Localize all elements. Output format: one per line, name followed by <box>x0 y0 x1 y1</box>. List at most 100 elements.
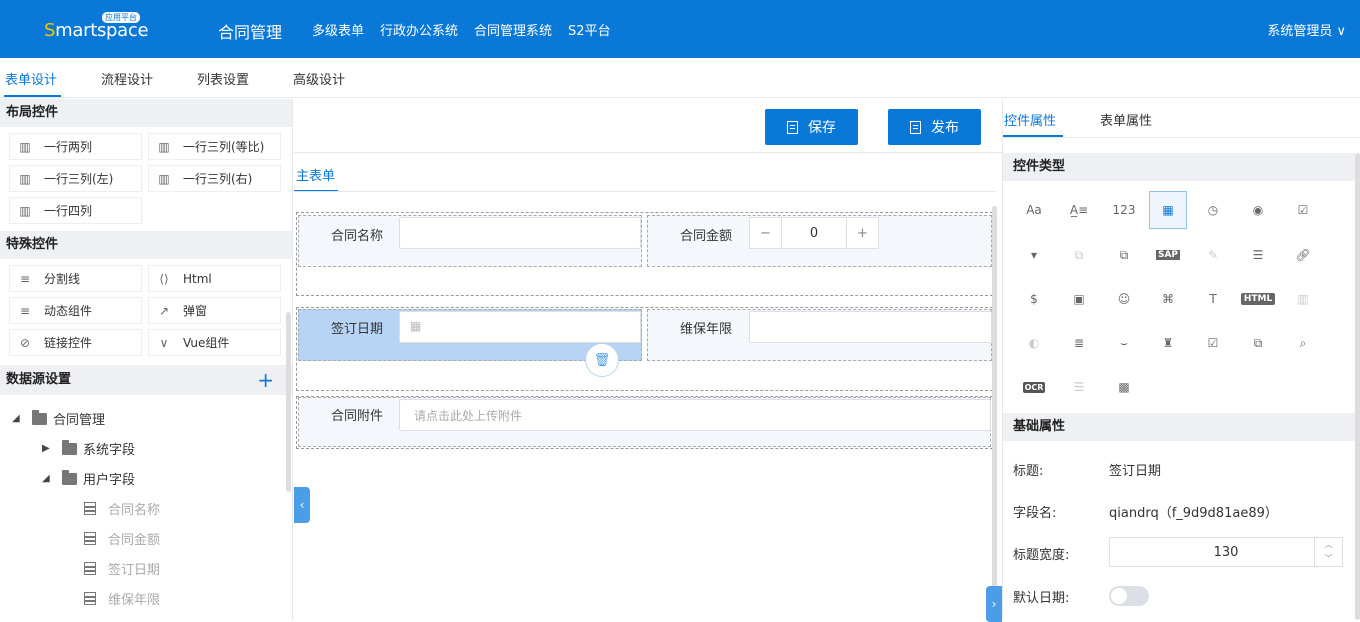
control-label: 链接控件 <box>44 336 93 350</box>
save-button[interactable]: 保存 <box>765 109 858 145</box>
control-vue[interactable]: ∨ Vue组件 <box>148 329 281 356</box>
link-icon[interactable]: 🔗︎ <box>1284 236 1322 274</box>
control-three-columns-right[interactable]: ▥ 一行三列(右) <box>148 165 281 192</box>
divider <box>1003 137 1360 138</box>
nav-item-contract[interactable]: 合同管理系统 <box>474 20 552 39</box>
tab-list-settings[interactable]: 列表设置 <box>197 69 249 88</box>
control-three-columns-left[interactable]: ▥ 一行三列(左) <box>9 165 142 192</box>
control-three-columns-equal[interactable]: ▥ 一行三列(等比) <box>148 133 281 160</box>
chevron-down-icon[interactable]: ﹀ <box>1315 552 1342 566</box>
blank-document-icon[interactable]: ☰ <box>1060 368 1098 406</box>
number-icon[interactable]: 123 <box>1105 191 1143 229</box>
tab-advanced-design[interactable]: 高级设计 <box>293 69 345 88</box>
divider-icon: ≡ <box>19 271 31 286</box>
sap-icon[interactable]: SAP <box>1149 236 1187 274</box>
chevron-up-icon[interactable]: ︿ <box>1315 538 1342 552</box>
tab-form-properties[interactable]: 表单属性 <box>1100 110 1152 129</box>
tree-field[interactable]: 签订日期 <box>84 559 160 578</box>
tree-field[interactable]: 合同名称 <box>84 499 160 518</box>
qrcode-icon[interactable]: ▩ <box>1105 368 1143 406</box>
org-icon[interactable]: ⌘ <box>1149 280 1187 318</box>
nav-item-multilevel[interactable]: 多级表单 <box>312 20 364 39</box>
tab-flow-design[interactable]: 流程设计 <box>101 69 153 88</box>
textarea-icon[interactable]: A̲≡ <box>1060 191 1098 229</box>
amount-value[interactable]: 0 <box>782 218 846 248</box>
tab-control-properties[interactable]: 控件属性 <box>1004 110 1056 129</box>
field-icon <box>84 532 96 545</box>
edit-list-icon[interactable]: ⧉ <box>1239 324 1277 362</box>
app-title[interactable]: 合同管理 <box>218 19 282 43</box>
eye-closed-icon[interactable]: ⌣ <box>1105 324 1143 362</box>
form-cell-contract-name[interactable]: 合同名称 <box>298 215 642 267</box>
form-cell-contract-amount[interactable]: 合同金额 − 0 + <box>647 215 992 267</box>
document-icon[interactable]: ☰ <box>1239 236 1277 274</box>
tab-main-form[interactable]: 主表单 <box>296 165 335 184</box>
delete-icon[interactable]: 🗑 <box>585 343 619 377</box>
copy-icon[interactable]: ⧉ <box>1105 236 1143 274</box>
amount-stepper[interactable]: − 0 + <box>749 217 879 249</box>
control-label: Html <box>183 271 212 286</box>
form-cell-attachment[interactable]: 合同附件 请点击此处上传附件 <box>298 397 991 447</box>
caret-down-icon: ◢ <box>42 473 50 484</box>
control-four-columns[interactable]: ▥ 一行四列 <box>9 197 142 224</box>
publish-button[interactable]: 发布 <box>888 109 981 145</box>
prop-value-title[interactable]: 签订日期 <box>1109 460 1161 479</box>
tree-system-fields[interactable]: ▶ 系统字段 <box>42 439 135 458</box>
user-icon[interactable]: ☺ <box>1105 280 1143 318</box>
control-dynamic[interactable]: ≡ 动态组件 <box>9 297 142 324</box>
control-popup[interactable]: ↗ 弹窗 <box>148 297 281 324</box>
stamp-icon[interactable]: ♜ <box>1149 324 1187 362</box>
arrow-left-icon[interactable]: ◐ <box>1015 324 1053 362</box>
checkbox-icon[interactable]: ☑ <box>1284 191 1322 229</box>
left-scrollbar[interactable] <box>286 312 291 492</box>
number-spinner[interactable]: ︿ ﹀ <box>1314 538 1342 566</box>
plus-button[interactable]: + <box>846 218 878 248</box>
document-icon <box>787 120 798 134</box>
calendar-icon[interactable]: ▦ <box>1149 191 1187 229</box>
tree-field[interactable]: 合同金额 <box>84 529 160 548</box>
html-icon[interactable]: HTML <box>1239 280 1277 318</box>
nav-item-office[interactable]: 行政办公系统 <box>380 20 458 39</box>
collapse-right-button[interactable]: › <box>986 586 1002 622</box>
canvas-scrollbar[interactable] <box>992 206 997 620</box>
select-icon[interactable]: ▾ <box>1015 236 1053 274</box>
control-html[interactable]: ⟨⟩ Html <box>148 265 281 292</box>
nav-item-s2[interactable]: S2平台 <box>568 20 611 39</box>
add-icon[interactable]: + <box>257 365 274 395</box>
field-icon <box>84 502 96 515</box>
pen-icon[interactable]: ✎ <box>1194 236 1232 274</box>
form-cell-warranty-years[interactable]: 维保年限 <box>647 309 992 361</box>
clock-icon[interactable]: ◷ <box>1194 191 1232 229</box>
radio-icon[interactable]: ◉ <box>1239 191 1277 229</box>
properties-scrollbar[interactable] <box>1355 153 1360 620</box>
attachment-upload[interactable]: 请点击此处上传附件 <box>399 399 991 431</box>
control-divider[interactable]: ≡ 分割线 <box>9 265 142 292</box>
search-document-icon[interactable]: ⌕ <box>1284 324 1322 362</box>
tree-root[interactable]: ◢ 合同管理 <box>12 409 105 428</box>
minus-button[interactable]: − <box>750 218 782 248</box>
tree-user-fields[interactable]: ◢ 用户字段 <box>42 469 135 488</box>
approve-icon[interactable]: ☑ <box>1194 324 1232 362</box>
warranty-years-input[interactable] <box>749 311 992 343</box>
barcode-icon[interactable]: ▥ <box>1284 280 1322 318</box>
control-two-columns[interactable]: ▥ 一行两列 <box>9 133 142 160</box>
logo[interactable]: Smartspace 应用平台 <box>44 12 149 46</box>
tab-form-design[interactable]: 表单设计 <box>5 69 57 88</box>
ocr-icon-label: OCR <box>1022 381 1046 393</box>
ocr-icon[interactable]: OCR <box>1015 368 1053 406</box>
list-icon[interactable]: ≣ <box>1060 324 1098 362</box>
multi-select-icon[interactable]: ⧉ <box>1060 236 1098 274</box>
sign-date-input[interactable]: ▦ <box>399 311 641 343</box>
tree-label: 合同名称 <box>108 503 161 518</box>
textbox-icon[interactable]: T <box>1194 280 1232 318</box>
user-menu[interactable]: 系统管理员 ∨ <box>1267 20 1346 39</box>
contract-name-input[interactable] <box>399 217 641 249</box>
default-date-toggle[interactable] <box>1109 586 1149 606</box>
money-icon[interactable]: $ <box>1015 280 1053 318</box>
control-link[interactable]: ⊘ 链接控件 <box>9 329 142 356</box>
tree-field[interactable]: 维保年限 <box>84 589 160 608</box>
prop-label-width: 标题宽度: <box>1013 548 1070 563</box>
label-width-input[interactable]: 130 ︿ ﹀ <box>1109 537 1343 567</box>
text-icon[interactable]: Aa <box>1015 191 1053 229</box>
image-icon[interactable]: ▣ <box>1060 280 1098 318</box>
